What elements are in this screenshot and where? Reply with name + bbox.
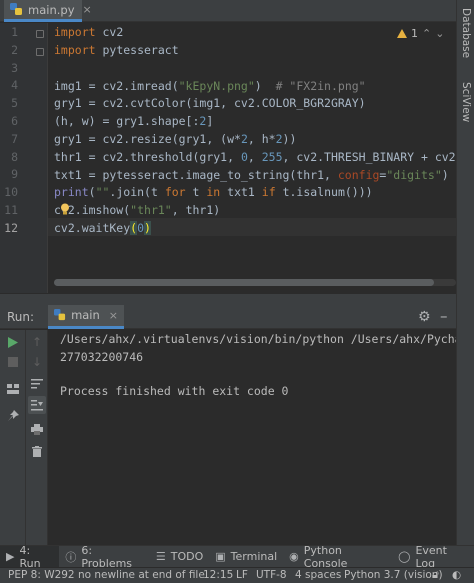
code-line-9: txt1 = pytesseract.image_to_string(thr1,… [54,168,449,182]
right-tool-strip: Database SciView [456,0,474,545]
lightbulb-icon[interactable] [60,203,70,215]
todo-icon: ☰ [155,550,166,563]
tool-label: 6: Problems [81,543,133,570]
line-number: 1 [11,25,18,39]
warning-icon [397,29,407,38]
line-number: 12 [4,220,18,235]
terminal-tool-button[interactable]: ▣ Terminal [209,546,283,568]
code-line-7: gry1 = cv2.resize(gry1, (w*2, h*2)) [54,132,297,146]
python-console-tool-button[interactable]: ◉ Python Console [283,543,392,570]
line-number: 7 [11,131,18,146]
event-log-icon: ◯ [398,550,411,563]
code-line-5: gry1 = cv2.cvtColor(img1, cv2.COLOR_BGR2… [54,96,366,110]
line-number: 9 [11,167,18,182]
code-line-8: thr1 = cv2.threshold(gry1, 0, 255, cv2.T… [54,150,456,164]
python-file-icon [10,3,23,16]
tool-label: Event Log [415,543,447,570]
close-icon[interactable]: × [83,3,92,16]
editor-tab-bar: main.py × [0,0,456,22]
gear-icon[interactable]: ⚙ [418,309,431,325]
line-number: 10 [4,185,18,200]
tab-label: main.py [28,2,75,17]
horizontal-scrollbar[interactable] [54,279,456,286]
line-number: 8 [11,149,18,164]
code-line-4: img1 = cv2.imread("kEpyN.png") # "FX2in.… [54,79,366,93]
code-line-12: cv2.waitKey(0) [54,221,151,235]
rerun-icon[interactable] [4,333,22,351]
run-icon: ▶ [6,550,15,563]
soft-wrap-icon[interactable] [28,375,46,393]
layout-icon[interactable] [4,380,22,398]
arrow-up-icon[interactable]: ↑ [28,333,46,351]
sciview-tool-button[interactable]: SciView [460,82,472,122]
console-line: 277032200746 [60,350,144,364]
terminal-icon: ▣ [215,550,226,563]
lock-icon[interactable]: 🔓︎ [432,569,439,582]
tab-main-py[interactable]: main.py × [4,0,92,22]
todo-tool-button[interactable]: ☰ TODO [150,546,209,568]
line-separator[interactable]: LF [236,569,248,581]
print-icon[interactable] [28,420,46,438]
event-log-tool-button[interactable]: ◯ Event Log [392,543,474,570]
code-line-6: (h, w) = gry1.shape[:2] [54,114,214,128]
code-line-10: print("".join(t for t in txt1 if t.isaln… [54,185,373,199]
tool-label: Terminal [230,550,278,563]
file-encoding[interactable]: UTF-8 [256,569,287,581]
pin-icon[interactable] [4,406,22,424]
line-number: 4 [11,78,18,93]
run-console-output[interactable]: /Users/ahx/.virtualenvs/vision/bin/pytho… [48,330,456,545]
fold-marker-icon[interactable] [36,30,44,38]
tool-label: 4: Run [19,543,41,570]
fold-marker-icon[interactable] [36,48,44,56]
python-console-icon: ◉ [289,550,299,563]
console-line: Process finished with exit code 0 [60,384,289,398]
line-number: 6 [11,114,18,128]
line-number: 11 [4,203,18,217]
inspection-widget[interactable]: 1 ⌃ ⌄ [397,27,444,40]
code-line-1: import cv2 [54,25,124,39]
run-toolbar-secondary: ↑ ↓ [26,330,48,545]
interpreter-selector[interactable]: Python 3.7 (vision) [344,569,443,581]
python-file-icon [54,309,66,321]
notifications-icon[interactable]: ◐ [452,569,461,581]
warning-count: 1 [411,27,418,40]
tool-window-bar: ▶ 4: Run ⓘ 6: Problems ☰ TODO ▣ Terminal… [0,543,474,570]
run-panel-header: Run: main × ⚙ – [0,304,456,329]
problems-icon: ⓘ [65,550,77,564]
chevron-up-icon[interactable]: ⌃ [422,27,431,40]
indent-setting[interactable]: 4 spaces [295,569,341,581]
line-number: 5 [11,96,18,111]
tool-label: TODO [170,550,204,563]
panel-divider[interactable] [0,293,456,305]
arrow-down-icon[interactable]: ↓ [28,353,46,371]
run-tool-button[interactable]: ▶ 4: Run [0,543,60,570]
trash-icon[interactable] [28,442,46,460]
minimize-icon[interactable]: – [440,307,448,325]
status-message[interactable]: PEP 8: W292 no newline at end of file [8,569,205,581]
line-number: 2 [11,42,18,57]
code-line-2: import pytesseract [54,43,179,57]
status-bar: PEP 8: W292 no newline at end of file 12… [0,567,474,583]
chevron-down-icon[interactable]: ⌄ [435,27,444,40]
code-line-11: cv2.imshow("thr1", thr1) [54,203,221,217]
caret-position[interactable]: 12:15 [203,569,233,581]
stop-icon[interactable] [4,353,22,371]
problems-tool-button[interactable]: ⓘ 6: Problems [59,543,150,570]
run-panel-title: Run: [7,309,35,324]
run-toolbar-primary [0,330,26,545]
console-line: /Users/ahx/.virtualenvs/vision/bin/pytho… [60,332,456,346]
run-tab-main[interactable]: main × [48,304,125,329]
scrollbar-thumb[interactable] [54,279,434,286]
run-tab-label: main [71,308,100,322]
scroll-to-end-icon[interactable] [28,396,46,414]
tool-label: Python Console [303,543,348,570]
database-tool-button[interactable]: Database [460,8,472,58]
code-editor[interactable]: 1 ⌃ ⌄ import cv2 import pytesseract img1… [0,23,456,293]
close-icon[interactable]: × [109,309,118,322]
line-number: 3 [11,60,18,75]
